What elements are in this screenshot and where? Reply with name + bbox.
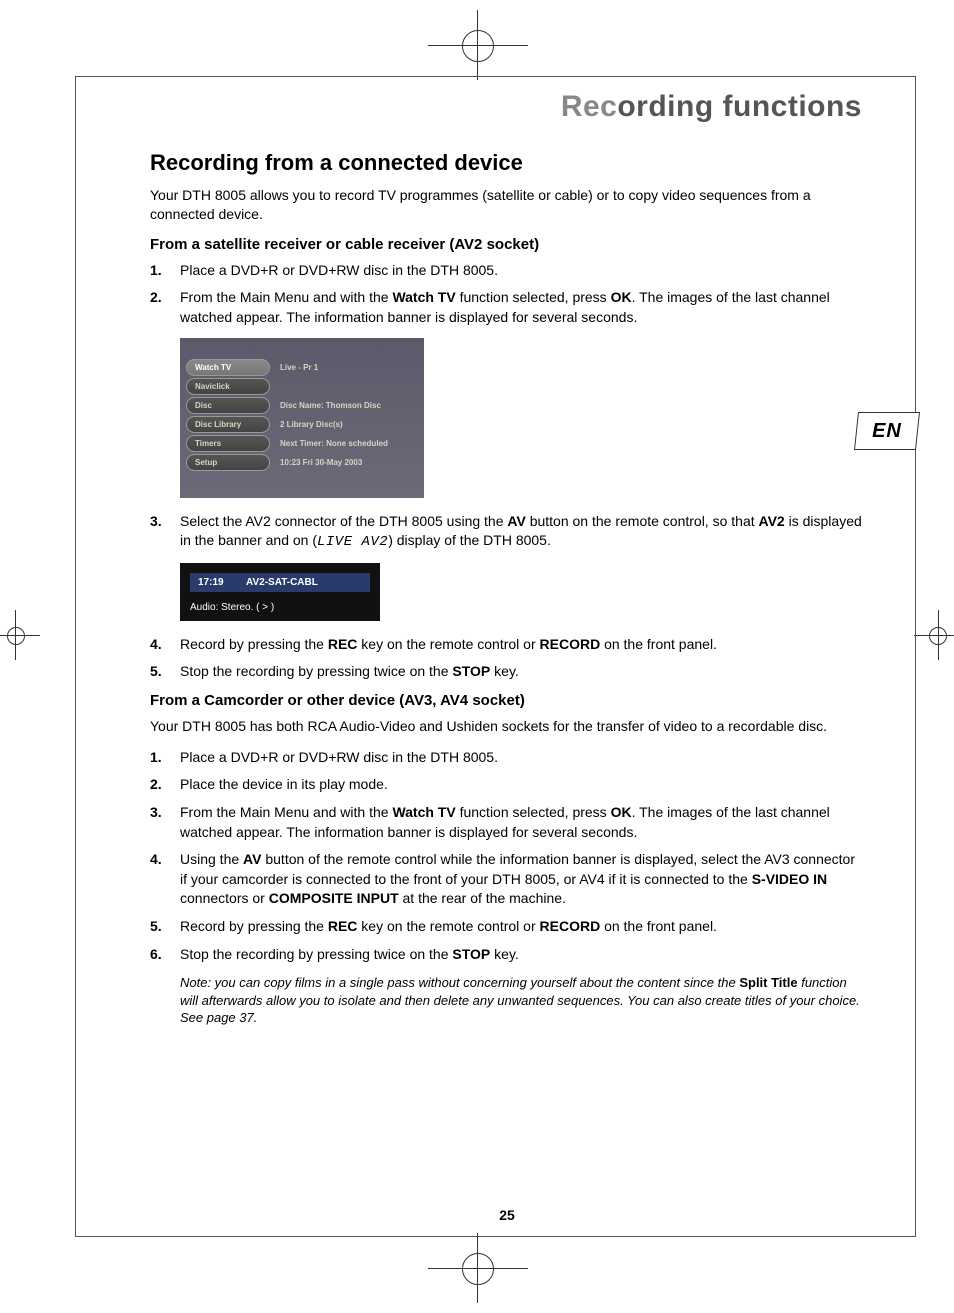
step-2-1: Place a DVD+R or DVD+RW disc in the DTH … (150, 748, 864, 768)
subheading-2: From a Camcorder or other device (AV3, A… (150, 692, 864, 709)
step-1-2: From the Main Menu and with the Watch TV… (150, 288, 864, 327)
menu-watch-tv: Watch TV (186, 359, 270, 376)
step-2-4: Using the AV button of the remote contro… (150, 850, 864, 909)
note-text: Note: you can copy films in a single pas… (150, 974, 864, 1027)
step-2-3: From the Main Menu and with the Watch TV… (150, 803, 864, 842)
step-1-4: Record by pressing the REC key on the re… (150, 635, 864, 655)
page-title-faded: Rec (561, 90, 618, 123)
step-2-2: Place the device in its play mode. (150, 775, 864, 795)
intro-paragraph: Your DTH 8005 allows you to record TV pr… (150, 186, 864, 224)
step-1-1: Place a DVD+R or DVD+RW disc in the DTH … (150, 261, 864, 281)
steps-list-1b: Select the AV2 connector of the DTH 8005… (150, 512, 864, 553)
steps-list-1c: Record by pressing the REC key on the re… (150, 635, 864, 682)
section-heading: Recording from a connected device (150, 150, 864, 176)
page-title-bold: ording functions (617, 90, 862, 123)
step-2-5: Record by pressing the REC key on the re… (150, 917, 864, 937)
banner-time: 17:19 (198, 577, 238, 588)
crop-mark-top (458, 26, 496, 64)
step-1-5: Stop the recording by pressing twice on … (150, 662, 864, 682)
menu-disc-library: Disc Library (186, 416, 270, 433)
step-2-6: Stop the recording by pressing twice on … (150, 945, 864, 965)
subheading-1: From a satellite receiver or cable recei… (150, 236, 864, 253)
banner-audio: Audio: Stereo. ( > ) (190, 600, 370, 615)
menu-timers: Timers (186, 435, 270, 452)
banner-channel: AV2-SAT-CABL (238, 577, 318, 588)
menu-disc: Disc (186, 397, 270, 414)
step-1-3: Select the AV2 connector of the DTH 8005… (150, 512, 864, 553)
steps-list-1: Place a DVD+R or DVD+RW disc in the DTH … (150, 261, 864, 328)
menu-naviclick: Naviclick (186, 378, 270, 395)
language-tab: EN (854, 412, 920, 450)
menu-setup: Setup (186, 454, 270, 471)
menu-screenshot: Watch TVLive - Pr 1 Naviclick DiscDisc N… (180, 338, 424, 498)
page-header-title: Recording functions (150, 90, 864, 124)
crop-mark-bottom (458, 1249, 496, 1287)
page-number: 25 (150, 1207, 864, 1223)
intro-paragraph-2: Your DTH 8005 has both RCA Audio-Video a… (150, 717, 864, 736)
steps-list-2: Place a DVD+R or DVD+RW disc in the DTH … (150, 748, 864, 964)
banner-screenshot: 17:19 AV2-SAT-CABL Audio: Stereo. ( > ) (180, 563, 380, 621)
